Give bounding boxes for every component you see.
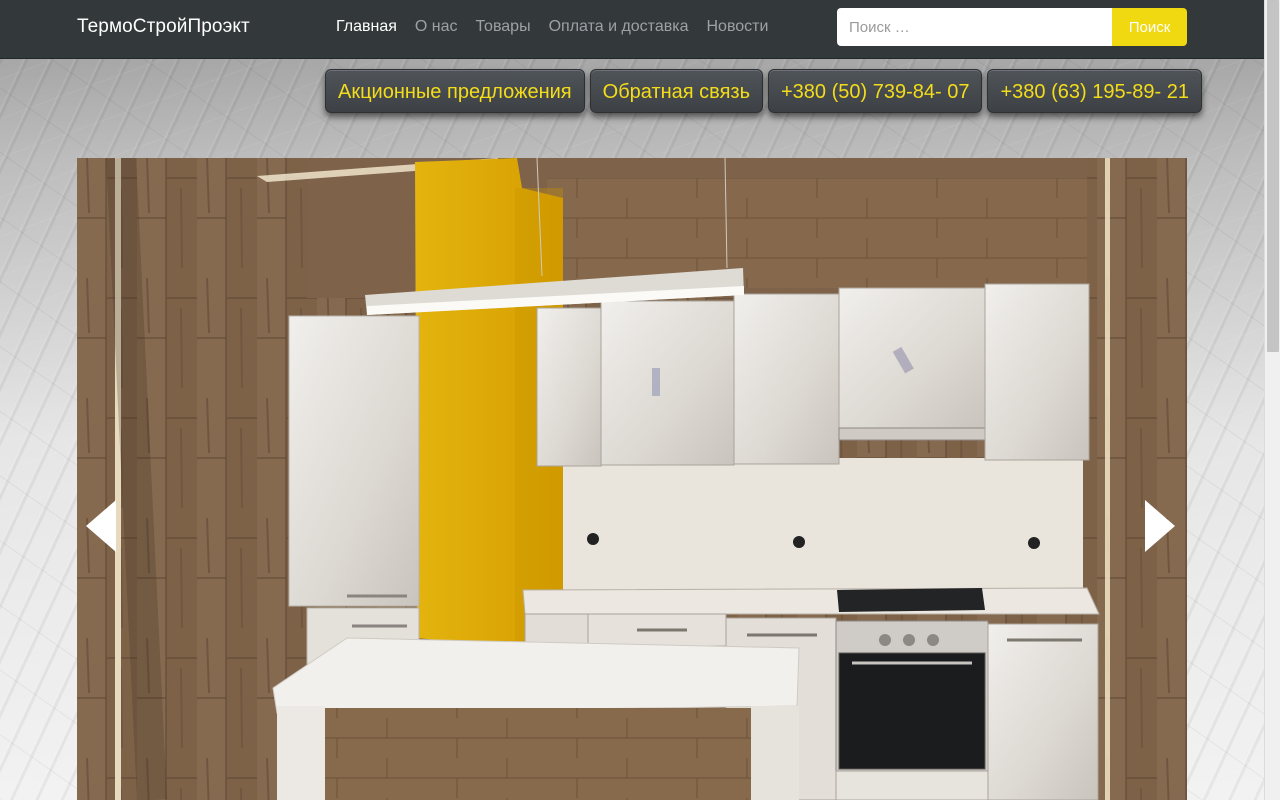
scrollbar-thumb[interactable] [1267, 0, 1279, 352]
nav-link-products[interactable]: Товары [476, 18, 531, 36]
nav-link-about[interactable]: О нас [415, 18, 458, 36]
phone-button-2[interactable]: +380 (63) 195-89- 21 [987, 69, 1202, 113]
promotions-button[interactable]: Акционные предложения [325, 69, 585, 113]
nav-link-news[interactable]: Новости [706, 18, 768, 36]
nav-link-payment-delivery[interactable]: Оплата и доставка [549, 18, 689, 36]
search-input[interactable] [837, 8, 1112, 46]
main-nav: Главная О нас Товары Оплата и доставка Н… [336, 18, 786, 36]
chevron-right-icon[interactable] [1145, 500, 1175, 552]
search-button[interactable]: Поиск [1112, 8, 1187, 46]
feedback-button[interactable]: Обратная связь [589, 69, 763, 113]
action-bar: Акционные предложения Обратная связь +38… [325, 69, 1202, 113]
page-scrollbar[interactable] [1264, 0, 1280, 800]
search-form: Поиск [837, 8, 1187, 46]
chevron-left-icon[interactable] [86, 500, 116, 552]
nav-link-home[interactable]: Главная [336, 18, 397, 36]
image-slider [77, 158, 1187, 800]
phone-button-1[interactable]: +380 (50) 739-84- 07 [768, 69, 983, 113]
site-brand[interactable]: ТермоСтройПроэкт [77, 16, 250, 38]
top-navbar: ТермоСтройПроэкт Главная О нас Товары Оп… [0, 0, 1264, 59]
slide-image-kitchen [77, 158, 1187, 800]
